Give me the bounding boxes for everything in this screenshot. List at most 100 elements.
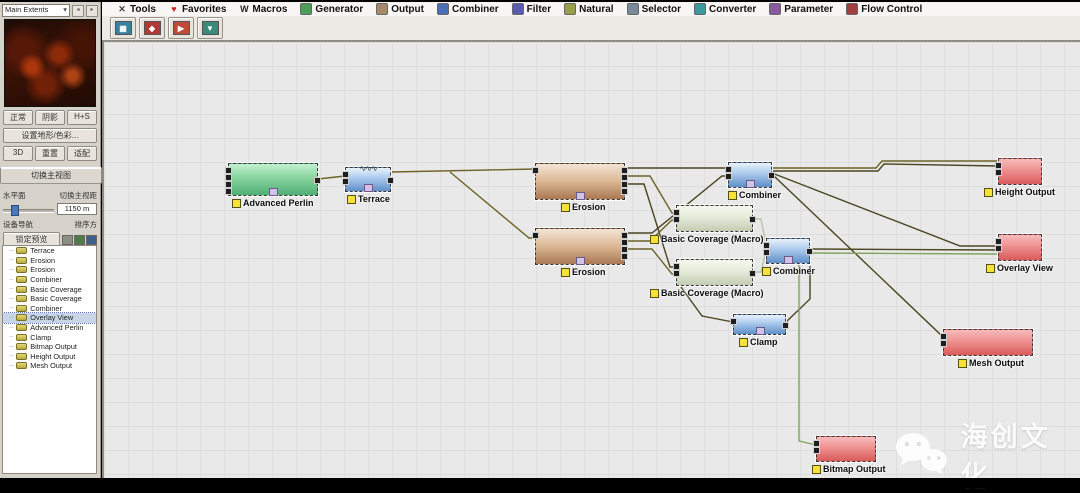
node-erosion-2-enable-checkbox[interactable] <box>561 267 570 277</box>
node-terrace-input-port-0[interactable] <box>342 171 349 178</box>
node-basic-coverage-1-enable-checkbox[interactable] <box>650 234 659 244</box>
node-basic-coverage-2-input-port-1[interactable] <box>673 270 680 277</box>
device-list-item-combiner[interactable]: ─ Combiner <box>3 304 96 314</box>
node-clamp-input-port-0[interactable] <box>730 318 737 325</box>
node-bitmap-output-input-port-1[interactable] <box>813 447 820 454</box>
node-basic-coverage-2[interactable] <box>673 259 756 286</box>
node-erosion-2-output-port-0[interactable] <box>621 232 628 239</box>
node-overlay-view-input-port-0[interactable] <box>995 238 1002 245</box>
node-clamp-output-port-0[interactable] <box>782 322 789 329</box>
node-combiner-2[interactable] <box>763 238 813 264</box>
device-list-item-clamp[interactable]: ─ Clamp <box>3 332 96 342</box>
node-terrace-output-port-0[interactable] <box>387 177 394 184</box>
node-basic-coverage-1[interactable] <box>673 205 756 232</box>
node-clamp-enable-checkbox[interactable] <box>739 337 748 347</box>
device-list-item-bitmap-output[interactable]: ─ Bitmap Output <box>3 342 96 352</box>
tab-filter[interactable]: Filter <box>507 2 559 16</box>
node-combiner-1-preview-widget[interactable] <box>746 180 755 188</box>
node-overlay-view-enable-checkbox[interactable] <box>986 263 995 273</box>
node-erosion-2-input-port-0[interactable] <box>532 232 539 239</box>
node-bitmap-output[interactable] <box>813 436 876 462</box>
device-list-item-terrace[interactable]: ─ Terrace <box>3 246 96 256</box>
sort-option-2[interactable] <box>86 234 97 245</box>
node-combiner-1-input-port-0[interactable] <box>725 166 732 173</box>
tab-flow-control[interactable]: Flow Control <box>841 2 930 16</box>
node-mesh-output-input-port-1[interactable] <box>940 340 947 347</box>
node-combiner-1[interactable] <box>725 162 775 188</box>
node-combiner-2-preview-widget[interactable] <box>784 256 793 264</box>
node-combiner-2-input-port-1[interactable] <box>763 249 770 256</box>
device-list-item-mesh-output[interactable]: ─ Mesh Output <box>3 361 96 371</box>
preview-mode-正常[interactable]: 正常 <box>3 110 33 125</box>
extents-dropdown[interactable]: Main Extents ▾ <box>2 4 70 17</box>
node-advanced-perlin-enable-checkbox[interactable] <box>232 198 241 208</box>
node-overlay-view[interactable] <box>995 234 1042 261</box>
preview-mode-阴影[interactable]: 阴影 <box>35 110 65 125</box>
node-terrace-preview-widget[interactable] <box>364 184 373 192</box>
node-basic-coverage-1-output-port-0[interactable] <box>749 216 756 223</box>
device-world-button[interactable]: ◆ <box>139 17 165 39</box>
node-erosion-1-output-port-3[interactable] <box>621 188 628 195</box>
device-list-item-advanced-perlin[interactable]: ─ Advanced Perlin <box>3 323 96 333</box>
node-combiner-1-input-port-1[interactable] <box>725 173 732 180</box>
device-list-item-erosion[interactable]: ─ Erosion <box>3 256 96 266</box>
node-combiner-1-enable-checkbox[interactable] <box>728 190 737 200</box>
node-advanced-perlin-input-port-1[interactable] <box>225 174 232 181</box>
node-erosion-1-output-port-0[interactable] <box>621 167 628 174</box>
device-list-item-combiner[interactable]: ─ Combiner <box>3 275 96 285</box>
device-list-item-erosion[interactable]: ─ Erosion <box>3 265 96 275</box>
node-erosion-1-enable-checkbox[interactable] <box>561 202 570 212</box>
build-button[interactable]: ▼ <box>197 17 223 39</box>
tab-macros[interactable]: W Macros <box>234 2 295 16</box>
device-list-item-basic-coverage[interactable]: ─ Basic Coverage <box>3 284 96 294</box>
device-list-item-basic-coverage[interactable]: ─ Basic Coverage <box>3 294 96 304</box>
node-combiner-2-enable-checkbox[interactable] <box>762 266 771 276</box>
node-mesh-output-enable-checkbox[interactable] <box>958 358 967 368</box>
node-terrace-input-port-1[interactable] <box>342 178 349 185</box>
node-basic-coverage-1-input-port-0[interactable] <box>673 209 680 216</box>
node-advanced-perlin-input-port-2[interactable] <box>225 181 232 188</box>
node-combiner-2-input-port-0[interactable] <box>763 242 770 249</box>
sort-option-1[interactable] <box>74 234 85 245</box>
node-basic-coverage-2-input-port-0[interactable] <box>673 263 680 270</box>
extents-prev-button[interactable]: ◂ <box>72 4 84 17</box>
terrain-3d-preview[interactable] <box>4 19 96 107</box>
tab-natural[interactable]: Natural <box>559 2 621 16</box>
node-clamp[interactable] <box>730 314 789 335</box>
node-erosion-1-output-port-2[interactable] <box>621 181 628 188</box>
device-list-item-overlay-view[interactable]: ─ Overlay View <box>3 312 96 324</box>
view-mode-适配[interactable]: 适配 <box>67 146 97 161</box>
node-erosion-1-output-port-1[interactable] <box>621 174 628 181</box>
node-advanced-perlin-preview-widget[interactable] <box>269 188 278 196</box>
tab-tools[interactable]: ✕ Tools <box>112 2 164 16</box>
layout-view-button[interactable]: ▦ <box>110 17 136 39</box>
node-basic-coverage-2-output-port-0[interactable] <box>749 270 756 277</box>
node-erosion-1-input-port-0[interactable] <box>532 167 539 174</box>
view-mode-重置[interactable]: 重置 <box>35 146 65 161</box>
slider-handle[interactable] <box>11 204 19 216</box>
node-terrace[interactable]: ∿∿∿ <box>342 165 394 192</box>
node-advanced-perlin-output-port-0[interactable] <box>314 177 321 184</box>
node-advanced-perlin-input-port-0[interactable] <box>225 167 232 174</box>
node-overlay-view-input-port-1[interactable] <box>995 245 1002 252</box>
node-terrace-enable-checkbox[interactable] <box>347 194 356 204</box>
node-erosion-2-preview-widget[interactable] <box>576 257 585 265</box>
node-bitmap-output-input-port-0[interactable] <box>813 440 820 447</box>
node-combiner-1-output-port-0[interactable] <box>768 172 775 179</box>
export-button[interactable]: ▶ <box>168 17 194 39</box>
node-basic-coverage-2-enable-checkbox[interactable] <box>650 288 659 298</box>
node-clamp-preview-widget[interactable] <box>755 327 765 335</box>
node-erosion-2[interactable] <box>532 228 628 265</box>
tab-favorites[interactable]: ♥ Favorites <box>164 2 234 16</box>
node-erosion-1-preview-widget[interactable] <box>576 192 585 200</box>
node-mesh-output[interactable] <box>940 329 1033 356</box>
node-erosion-1[interactable] <box>532 163 628 200</box>
switch-main-view-button[interactable]: 切换主视图 <box>0 167 102 184</box>
tab-combiner[interactable]: Combiner <box>432 2 507 16</box>
device-list-item-height-output[interactable]: ─ Height Output <box>3 352 96 362</box>
sort-option-0[interactable] <box>62 234 73 245</box>
terrain-color-button[interactable]: 设置地形/色彩... <box>3 128 97 143</box>
node-mesh-output-input-port-0[interactable] <box>940 333 947 340</box>
tab-converter[interactable]: Converter <box>689 2 764 16</box>
node-height-output-input-port-0[interactable] <box>995 162 1002 169</box>
